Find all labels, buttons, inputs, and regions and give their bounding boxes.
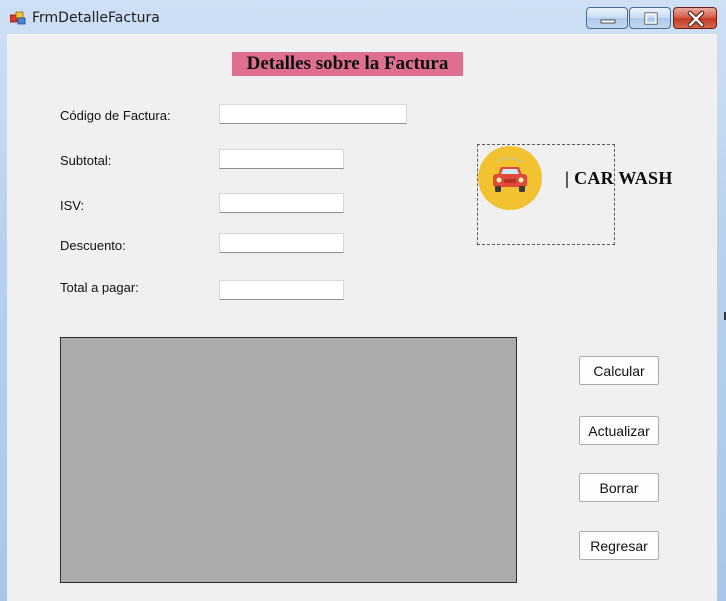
subtotal-input[interactable] — [219, 149, 344, 169]
total-a-pagar-label: Total a pagar: — [60, 280, 139, 295]
form-client-area: Detalles sobre la Factura Código de Fact… — [7, 34, 717, 601]
isv-input[interactable] — [219, 193, 344, 213]
title-bar[interactable]: FrmDetalleFactura — [0, 0, 726, 34]
maximize-button[interactable] — [629, 7, 671, 29]
close-button[interactable] — [673, 7, 717, 29]
brand-text: | CAR WASH — [565, 168, 673, 188]
isv-label: ISV: — [60, 198, 85, 213]
car-icon — [478, 146, 542, 210]
window-title: FrmDetalleFactura — [32, 10, 160, 26]
maximize-icon — [644, 12, 658, 25]
close-icon — [687, 10, 705, 28]
total-a-pagar-input[interactable] — [219, 280, 344, 300]
calcular-button[interactable]: Calcular — [579, 356, 659, 385]
borrar-button[interactable]: Borrar — [579, 473, 659, 502]
codigo-factura-label: Código de Factura: — [60, 108, 171, 123]
window: FrmDetalleFactura Detalles sobre la Fact… — [0, 0, 726, 601]
app-icon — [10, 11, 26, 25]
codigo-factura-input[interactable] — [219, 104, 407, 124]
descuento-input[interactable] — [219, 233, 344, 253]
regresar-button[interactable]: Regresar — [579, 531, 659, 560]
minimize-icon — [600, 19, 616, 24]
actualizar-button[interactable]: Actualizar — [579, 416, 659, 445]
subtotal-label: Subtotal: — [60, 153, 112, 168]
minimize-button[interactable] — [586, 7, 628, 29]
details-data-grid[interactable] — [60, 337, 517, 583]
descuento-label: Descuento: — [60, 238, 126, 253]
form-heading: Detalles sobre la Factura — [232, 52, 463, 76]
